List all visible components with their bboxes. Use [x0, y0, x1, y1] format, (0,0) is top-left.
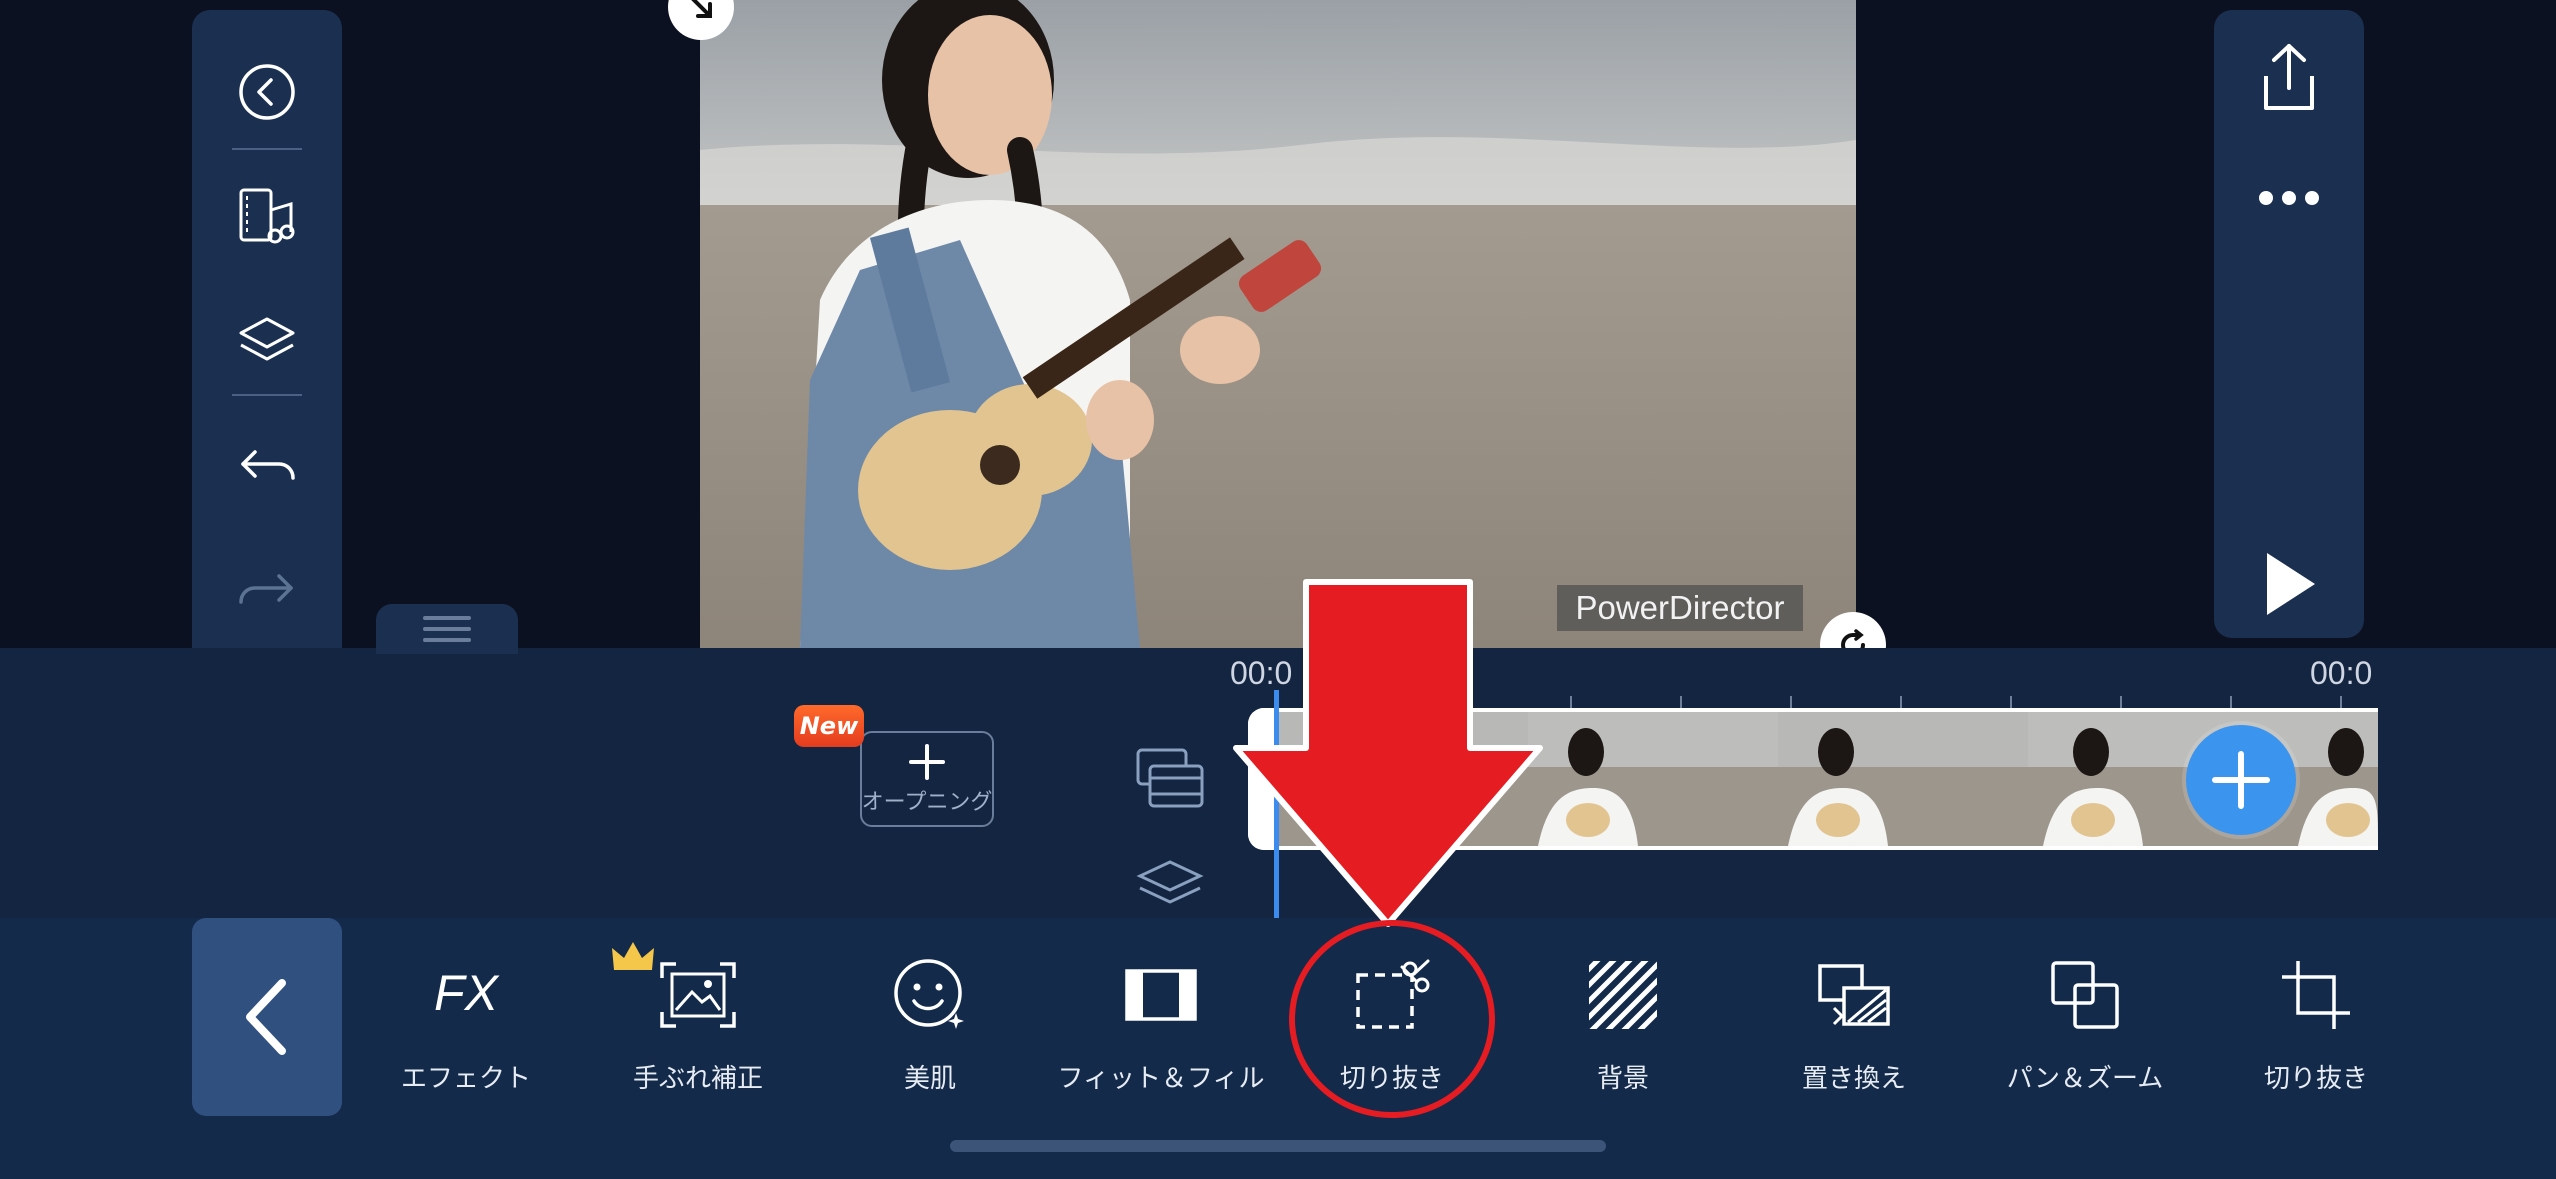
tool-label: 背景: [1596, 1064, 1649, 1094]
menu-lines-icon: [423, 616, 471, 642]
tool-pan-zoom[interactable]: パン＆ズーム: [1975, 950, 2195, 1100]
tool-label: エフェクト: [400, 1064, 531, 1094]
plus-icon: [2212, 751, 2270, 809]
tool-skin-smooth[interactable]: 美肌: [820, 950, 1040, 1100]
more-button[interactable]: [2249, 158, 2329, 238]
tool-fit-fill[interactable]: フィット＆フィル: [1051, 950, 1271, 1100]
resize-arrow-icon: [691, 0, 712, 18]
new-badge: New: [794, 705, 864, 747]
play-button[interactable]: [2249, 544, 2329, 624]
plus-icon: [909, 744, 945, 780]
stabilizer-icon: [660, 962, 736, 1028]
annotation-highlight-ring: [1289, 920, 1495, 1118]
pan-zoom-icon: [2051, 961, 2119, 1029]
rail-divider: [232, 394, 302, 396]
video-track-button[interactable]: [1130, 744, 1210, 814]
fit-fill-icon: [1125, 969, 1197, 1021]
tool-stabilizer[interactable]: 手ぶれ補正: [588, 950, 808, 1100]
annotation-arrow: [1233, 579, 1543, 927]
crop-icon: [2282, 961, 2350, 1029]
home-indicator: [950, 1140, 1606, 1152]
timeline-drawer-handle[interactable]: [376, 604, 518, 654]
undo-icon: [241, 450, 295, 480]
video-preview[interactable]: PowerDirector: [700, 0, 1856, 648]
timecode-end: 00:0: [2310, 655, 2373, 691]
tool-background[interactable]: 背景: [1513, 950, 1733, 1100]
watermark: PowerDirector: [1557, 585, 1803, 631]
rail-divider: [232, 148, 302, 150]
chevron-left-icon: [246, 979, 286, 1055]
tool-replace[interactable]: 置き換え: [1744, 950, 1964, 1100]
tool-effect[interactable]: FX エフェクト: [356, 950, 576, 1100]
more-icon: [2259, 191, 2319, 205]
add-media-button[interactable]: [2186, 725, 2296, 835]
layers-icon: [239, 317, 295, 361]
right-rail: [2214, 10, 2364, 638]
layers-button[interactable]: [227, 303, 307, 383]
skin-smooth-icon: [894, 959, 964, 1029]
tool-crop[interactable]: 切り抜き: [2206, 950, 2426, 1100]
redo-icon: [239, 574, 293, 604]
back-circle-icon: [239, 64, 295, 120]
layer-track-button[interactable]: [1130, 860, 1210, 918]
redo-button[interactable]: [227, 550, 307, 630]
tool-label: 美肌: [903, 1064, 956, 1094]
video-track-icon: [1136, 748, 1204, 808]
replace-icon: [1818, 964, 1890, 1026]
tool-label: フィット＆フィル: [1057, 1064, 1265, 1094]
media-library-button[interactable]: [227, 178, 307, 258]
share-icon: [2264, 44, 2314, 110]
tool-label: 置き換え: [1801, 1064, 1906, 1094]
media-music-icon: [239, 188, 295, 244]
layers-icon: [1136, 860, 1204, 904]
add-opening-button[interactable]: オープニング: [860, 731, 994, 827]
play-icon: [2267, 553, 2315, 615]
fx-icon: FX: [434, 965, 500, 1021]
back-button[interactable]: [227, 52, 307, 132]
svg-text:FX: FX: [434, 965, 500, 1021]
opening-label: オープニング: [861, 790, 993, 815]
toolbar-back-button[interactable]: [192, 918, 342, 1116]
preview-frame-image: [700, 0, 1856, 648]
tool-label: 切り抜き: [2263, 1064, 2368, 1094]
tool-label: 手ぶれ補正: [632, 1064, 763, 1094]
undo-button[interactable]: [227, 426, 307, 506]
background-icon: [1589, 961, 1657, 1029]
tool-label: パン＆ズーム: [2006, 1064, 2164, 1094]
share-button[interactable]: [2249, 38, 2329, 118]
